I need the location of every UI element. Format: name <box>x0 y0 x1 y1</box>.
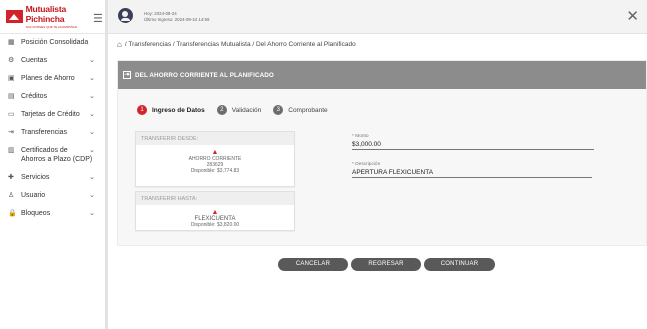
sidebar-item[interactable]: ▤ Créditos ⌄ <box>0 92 105 110</box>
sidebar-item-label: Certificados de Ahorros a Plazo (CDP) <box>21 147 93 163</box>
sidebar-item-label: Créditos <box>21 93 48 100</box>
piggy-bank-icon: ▣ <box>8 75 15 82</box>
user-avatar-icon[interactable] <box>118 8 133 23</box>
sidebar-item-label: Tarjetas de Crédito <box>21 111 80 118</box>
chevron-down-icon: ⌄ <box>89 93 95 100</box>
lock-icon: 🔒 <box>8 210 17 217</box>
step-label: Validación <box>231 106 262 114</box>
chevron-down-icon: ⌄ <box>89 57 95 64</box>
user-icon: ♙ <box>8 192 15 199</box>
amount-field-group: * Monto $3,000.00 <box>352 134 594 150</box>
chevron-down-icon: ⌄ <box>89 111 95 118</box>
last-login: Último Ingreso: 2024-09-24 14:59 <box>144 17 210 22</box>
sidebar-nav: ▦ Posición Consolidada ⚙ Cuentas ⌄ ▣ Planes de… <box>0 34 105 227</box>
chevron-down-icon: ⌄ <box>89 75 95 82</box>
chevron-down-icon: ⌄ <box>89 174 95 181</box>
step-ingreso-datos: 1 Ingreso de Datos <box>137 105 205 115</box>
sidebar-item[interactable]: ▭ Tarjetas de Crédito ⌄ <box>0 110 105 128</box>
cancel-button[interactable]: CANCELAR <box>278 258 348 271</box>
source-card-title: TRANSFERIR DESDE: <box>136 132 294 145</box>
chevron-down-icon: ⌄ <box>89 192 95 199</box>
breadcrumb-path[interactable]: / Transferencias / Transferencias Mutual… <box>125 41 356 48</box>
sidebar-item[interactable]: ✚ Servicios ⌄ <box>0 173 105 191</box>
sidebar-item[interactable]: ⚙ Cuentas ⌄ <box>0 56 105 74</box>
grid-icon: ▦ <box>8 39 15 46</box>
source-available: Disponible: $3,774.83 <box>190 168 240 175</box>
person-icon: ▲ <box>211 209 219 216</box>
step-label: Comprobante <box>288 106 328 114</box>
amount-input[interactable]: $3,000.00 <box>352 139 594 150</box>
back-button[interactable]: REGRESAR <box>351 258 421 271</box>
session-info: Hoy: 2024-09-24 Último Ingreso: 2024-09-… <box>144 11 209 23</box>
credit-icon: ▤ <box>8 93 15 100</box>
sidebar-item[interactable]: ▥ Certificados de Ahorros a Plazo (CDP) ⌄ <box>0 146 105 173</box>
sidebar-item-label: Bloqueos <box>21 210 51 217</box>
step-comprobante: 3 Comprobante <box>273 105 328 115</box>
chevron-down-icon: ⌄ <box>89 147 95 154</box>
sidebar-item[interactable]: 🔒 Bloqueos ⌄ <box>0 209 105 227</box>
sidebar: Mutualista Pichincha SOLUCIONES QUE TE A… <box>0 0 108 329</box>
step-number: 3 <box>273 105 284 115</box>
continue-button[interactable]: CONTINUAR <box>424 258 495 271</box>
settings-icon: ⚙ <box>8 57 15 64</box>
app: Mutualista Pichincha SOLUCIONES QUE TE A… <box>0 0 647 329</box>
description-input[interactable]: APERTURA FLEXICUENTA <box>352 167 592 178</box>
sidebar-item-label: Servicios <box>21 174 50 181</box>
close-icon[interactable]: ✕ <box>626 7 639 25</box>
breadcrumb: ⌂ / Transferencias / Transferencias Mutu… <box>117 40 356 49</box>
sidebar-item[interactable]: ♙ Usuario ⌄ <box>0 191 105 209</box>
step-number: 1 <box>137 105 147 115</box>
sidebar-item-label: Usuario <box>21 192 46 199</box>
card-icon: ▭ <box>8 111 15 118</box>
brand-logo-icon <box>6 10 23 23</box>
destination-card-title: TRANSFERIR HASTA: <box>136 192 294 205</box>
sidebar-item-label: Cuentas <box>21 57 48 64</box>
sidebar-item[interactable]: ⇥ Transferencias ⌄ <box>0 128 105 146</box>
brand-logo-area[interactable]: Mutualista Pichincha SOLUCIONES QUE TE A… <box>0 0 105 34</box>
chevron-down-icon: ⌄ <box>89 129 95 136</box>
step-label: Ingreso de Datos <box>152 106 205 114</box>
destination-available: Disponible: $3,820.00 <box>190 222 240 229</box>
services-icon: ✚ <box>8 174 14 181</box>
panel-header: ⇥ DEL AHORRO CORRIENTE AL PLANIFICADO <box>118 61 646 89</box>
destination-account-card[interactable]: TRANSFERIR HASTA: ▲ FLEXICUENTA Disponib… <box>135 191 295 231</box>
step-number: 2 <box>216 105 227 115</box>
description-field-group: * Descripción APERTURA FLEXICUENTA <box>352 162 592 178</box>
brand-subtitle: SOLUCIONES QUE TE ACOMPAÑAN <box>25 25 77 29</box>
transfer-icon: ⇥ <box>8 129 14 136</box>
sidebar-item[interactable]: ▦ Posición Consolidada <box>0 38 105 56</box>
transfer-icon: ⇥ <box>123 71 131 79</box>
top-bar: Hoy: 2024-09-24 Último Ingreso: 2024-09-… <box>108 0 647 34</box>
home-icon[interactable]: ⌂ <box>117 40 122 49</box>
step-validacion: 2 Validación <box>216 105 262 115</box>
certificate-icon: ▥ <box>8 147 15 154</box>
person-icon: ▲ <box>211 149 219 156</box>
source-account-card[interactable]: TRANSFERIR DESDE: ▲ AHORRO CORRIENTE 283… <box>135 131 295 187</box>
panel-title: DEL AHORRO CORRIENTE AL PLANIFICADO <box>135 71 274 79</box>
sidebar-item-label: Posición Consolidada <box>21 39 89 46</box>
sidebar-item[interactable]: ▣ Planes de Ahorro ⌄ <box>0 74 105 92</box>
sidebar-item-label: Planes de Ahorro <box>21 75 75 82</box>
sidebar-item-label: Transferencias <box>21 129 68 136</box>
transfer-panel: ⇥ DEL AHORRO CORRIENTE AL PLANIFICADO 1 … <box>117 60 647 246</box>
stepper: 1 Ingreso de Datos 2 Validación 3 Compro… <box>137 105 340 115</box>
chevron-down-icon: ⌄ <box>89 210 95 217</box>
hamburger-menu-icon[interactable]: ☰ <box>93 12 103 25</box>
